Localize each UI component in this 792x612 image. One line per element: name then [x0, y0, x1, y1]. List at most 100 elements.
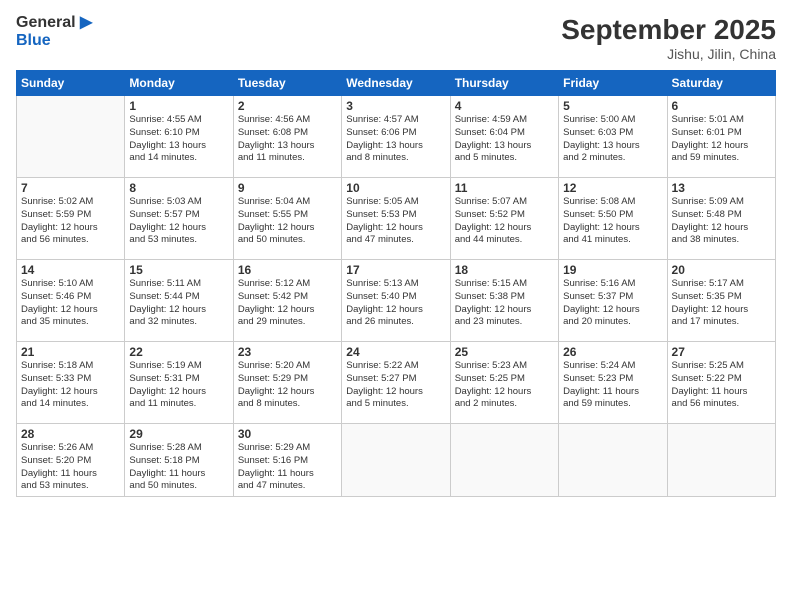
calendar-cell: 15Sunrise: 5:11 AMSunset: 5:44 PMDayligh… — [125, 260, 233, 342]
header-sunday: Sunday — [17, 71, 125, 96]
day-info: Sunrise: 5:17 AMSunset: 5:35 PMDaylight:… — [672, 278, 771, 329]
calendar-cell: 18Sunrise: 5:15 AMSunset: 5:38 PMDayligh… — [450, 260, 558, 342]
day-number: 29 — [129, 427, 228, 441]
day-number: 22 — [129, 345, 228, 359]
calendar-cell: 5Sunrise: 5:00 AMSunset: 6:03 PMDaylight… — [559, 96, 667, 178]
day-number: 1 — [129, 99, 228, 113]
calendar-cell: 22Sunrise: 5:19 AMSunset: 5:31 PMDayligh… — [125, 342, 233, 424]
day-number: 26 — [563, 345, 662, 359]
day-info: Sunrise: 5:04 AMSunset: 5:55 PMDaylight:… — [238, 196, 337, 247]
header-saturday: Saturday — [667, 71, 775, 96]
calendar-cell: 7Sunrise: 5:02 AMSunset: 5:59 PMDaylight… — [17, 178, 125, 260]
day-info: Sunrise: 5:18 AMSunset: 5:33 PMDaylight:… — [21, 360, 120, 411]
logo: General ▶ Blue — [16, 14, 92, 49]
calendar-cell: 19Sunrise: 5:16 AMSunset: 5:37 PMDayligh… — [559, 260, 667, 342]
day-info: Sunrise: 5:05 AMSunset: 5:53 PMDaylight:… — [346, 196, 445, 247]
calendar-cell: 20Sunrise: 5:17 AMSunset: 5:35 PMDayligh… — [667, 260, 775, 342]
header-friday: Friday — [559, 71, 667, 96]
week-row-4: 21Sunrise: 5:18 AMSunset: 5:33 PMDayligh… — [17, 342, 776, 424]
day-info: Sunrise: 5:08 AMSunset: 5:50 PMDaylight:… — [563, 196, 662, 247]
day-info: Sunrise: 5:13 AMSunset: 5:40 PMDaylight:… — [346, 278, 445, 329]
calendar-cell: 30Sunrise: 5:29 AMSunset: 5:16 PMDayligh… — [233, 424, 341, 497]
calendar-cell: 4Sunrise: 4:59 AMSunset: 6:04 PMDaylight… — [450, 96, 558, 178]
day-number: 15 — [129, 263, 228, 277]
day-number: 24 — [346, 345, 445, 359]
day-info: Sunrise: 5:24 AMSunset: 5:23 PMDaylight:… — [563, 360, 662, 411]
calendar-cell — [342, 424, 450, 497]
day-number: 3 — [346, 99, 445, 113]
day-number: 8 — [129, 181, 228, 195]
day-number: 7 — [21, 181, 120, 195]
day-number: 11 — [455, 181, 554, 195]
calendar-cell — [17, 96, 125, 178]
day-number: 19 — [563, 263, 662, 277]
title-block: September 2025 Jishu, Jilin, China — [561, 14, 776, 62]
day-number: 20 — [672, 263, 771, 277]
day-number: 6 — [672, 99, 771, 113]
week-row-1: 1Sunrise: 4:55 AMSunset: 6:10 PMDaylight… — [17, 96, 776, 178]
calendar-cell: 21Sunrise: 5:18 AMSunset: 5:33 PMDayligh… — [17, 342, 125, 424]
day-info: Sunrise: 5:10 AMSunset: 5:46 PMDaylight:… — [21, 278, 120, 329]
day-info: Sunrise: 5:16 AMSunset: 5:37 PMDaylight:… — [563, 278, 662, 329]
day-info: Sunrise: 5:11 AMSunset: 5:44 PMDaylight:… — [129, 278, 228, 329]
calendar-cell — [450, 424, 558, 497]
day-info: Sunrise: 5:15 AMSunset: 5:38 PMDaylight:… — [455, 278, 554, 329]
day-info: Sunrise: 4:59 AMSunset: 6:04 PMDaylight:… — [455, 114, 554, 165]
day-number: 5 — [563, 99, 662, 113]
calendar-cell: 27Sunrise: 5:25 AMSunset: 5:22 PMDayligh… — [667, 342, 775, 424]
page-header: General ▶ Blue September 2025 Jishu, Jil… — [16, 14, 776, 62]
day-info: Sunrise: 5:25 AMSunset: 5:22 PMDaylight:… — [672, 360, 771, 411]
day-number: 23 — [238, 345, 337, 359]
calendar-cell: 26Sunrise: 5:24 AMSunset: 5:23 PMDayligh… — [559, 342, 667, 424]
day-number: 27 — [672, 345, 771, 359]
day-info: Sunrise: 4:57 AMSunset: 6:06 PMDaylight:… — [346, 114, 445, 165]
header-tuesday: Tuesday — [233, 71, 341, 96]
day-info: Sunrise: 5:23 AMSunset: 5:25 PMDaylight:… — [455, 360, 554, 411]
calendar-cell: 2Sunrise: 4:56 AMSunset: 6:08 PMDaylight… — [233, 96, 341, 178]
calendar-cell: 1Sunrise: 4:55 AMSunset: 6:10 PMDaylight… — [125, 96, 233, 178]
day-info: Sunrise: 5:29 AMSunset: 5:16 PMDaylight:… — [238, 442, 337, 493]
day-number: 30 — [238, 427, 337, 441]
header-monday: Monday — [125, 71, 233, 96]
day-info: Sunrise: 5:02 AMSunset: 5:59 PMDaylight:… — [21, 196, 120, 247]
calendar-cell: 16Sunrise: 5:12 AMSunset: 5:42 PMDayligh… — [233, 260, 341, 342]
day-number: 21 — [21, 345, 120, 359]
calendar-cell: 11Sunrise: 5:07 AMSunset: 5:52 PMDayligh… — [450, 178, 558, 260]
week-row-2: 7Sunrise: 5:02 AMSunset: 5:59 PMDaylight… — [17, 178, 776, 260]
calendar-cell: 28Sunrise: 5:26 AMSunset: 5:20 PMDayligh… — [17, 424, 125, 497]
calendar-cell: 3Sunrise: 4:57 AMSunset: 6:06 PMDaylight… — [342, 96, 450, 178]
calendar-cell: 17Sunrise: 5:13 AMSunset: 5:40 PMDayligh… — [342, 260, 450, 342]
week-row-5: 28Sunrise: 5:26 AMSunset: 5:20 PMDayligh… — [17, 424, 776, 497]
day-info: Sunrise: 5:09 AMSunset: 5:48 PMDaylight:… — [672, 196, 771, 247]
day-number: 18 — [455, 263, 554, 277]
day-number: 4 — [455, 99, 554, 113]
header-wednesday: Wednesday — [342, 71, 450, 96]
calendar-table: Sunday Monday Tuesday Wednesday Thursday… — [16, 70, 776, 497]
day-info: Sunrise: 5:20 AMSunset: 5:29 PMDaylight:… — [238, 360, 337, 411]
day-number: 13 — [672, 181, 771, 195]
calendar-cell: 23Sunrise: 5:20 AMSunset: 5:29 PMDayligh… — [233, 342, 341, 424]
logo-text: General ▶ Blue — [16, 14, 92, 49]
header-thursday: Thursday — [450, 71, 558, 96]
calendar-cell: 9Sunrise: 5:04 AMSunset: 5:55 PMDaylight… — [233, 178, 341, 260]
day-number: 10 — [346, 181, 445, 195]
week-row-3: 14Sunrise: 5:10 AMSunset: 5:46 PMDayligh… — [17, 260, 776, 342]
calendar-cell: 6Sunrise: 5:01 AMSunset: 6:01 PMDaylight… — [667, 96, 775, 178]
calendar-cell — [667, 424, 775, 497]
day-number: 16 — [238, 263, 337, 277]
day-info: Sunrise: 4:56 AMSunset: 6:08 PMDaylight:… — [238, 114, 337, 165]
weekday-header-row: Sunday Monday Tuesday Wednesday Thursday… — [17, 71, 776, 96]
day-info: Sunrise: 5:12 AMSunset: 5:42 PMDaylight:… — [238, 278, 337, 329]
calendar-cell: 12Sunrise: 5:08 AMSunset: 5:50 PMDayligh… — [559, 178, 667, 260]
calendar-cell: 8Sunrise: 5:03 AMSunset: 5:57 PMDaylight… — [125, 178, 233, 260]
location: Jishu, Jilin, China — [561, 46, 776, 62]
day-info: Sunrise: 5:28 AMSunset: 5:18 PMDaylight:… — [129, 442, 228, 493]
day-info: Sunrise: 4:55 AMSunset: 6:10 PMDaylight:… — [129, 114, 228, 165]
day-info: Sunrise: 5:22 AMSunset: 5:27 PMDaylight:… — [346, 360, 445, 411]
day-number: 9 — [238, 181, 337, 195]
day-number: 28 — [21, 427, 120, 441]
day-info: Sunrise: 5:01 AMSunset: 6:01 PMDaylight:… — [672, 114, 771, 165]
day-number: 25 — [455, 345, 554, 359]
day-info: Sunrise: 5:00 AMSunset: 6:03 PMDaylight:… — [563, 114, 662, 165]
day-info: Sunrise: 5:26 AMSunset: 5:20 PMDaylight:… — [21, 442, 120, 493]
